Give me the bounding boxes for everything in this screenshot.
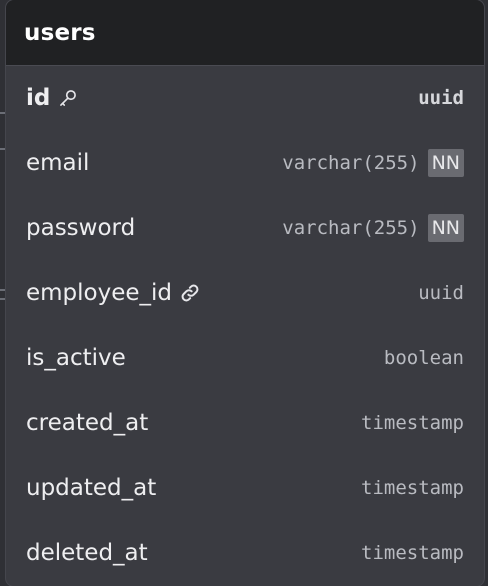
column-row-is-active[interactable]: is_active boolean — [6, 325, 484, 390]
column-name: created_at — [26, 409, 149, 436]
column-row-updated-at[interactable]: updated_at timestamp — [6, 455, 484, 520]
column-row-id[interactable]: id uuid — [6, 66, 484, 130]
column-left: updated_at — [26, 475, 156, 501]
column-row-created-at[interactable]: created_at timestamp — [6, 390, 484, 455]
column-type: varchar(255) — [282, 216, 420, 239]
column-right: timestamp — [361, 477, 464, 499]
column-type: timestamp — [361, 411, 464, 434]
column-left: created_at — [26, 410, 148, 436]
column-left: is_active — [26, 345, 126, 371]
column-type: varchar(255) — [282, 151, 420, 174]
column-row-email[interactable]: email varchar(255) NN — [6, 130, 484, 195]
column-right: varchar(255) NN — [282, 213, 464, 242]
column-right: uuid — [418, 87, 464, 109]
column-type: timestamp — [361, 541, 464, 564]
table-title: users — [24, 19, 96, 46]
column-left: employee_id — [26, 280, 200, 306]
table-node-users[interactable]: users id uuid email varchar(255) NN pass… — [6, 0, 484, 586]
column-name: password — [26, 214, 136, 241]
column-right: timestamp — [361, 542, 464, 564]
column-left: deleted_at — [26, 540, 148, 566]
column-left: password — [26, 215, 135, 241]
column-left: email — [26, 150, 89, 176]
column-name: id — [26, 85, 51, 111]
column-name: employee_id — [26, 279, 173, 306]
key-icon — [58, 88, 78, 108]
column-name: is_active — [26, 344, 126, 371]
column-name: deleted_at — [26, 539, 148, 566]
column-right: varchar(255) NN — [282, 148, 464, 177]
column-type: uuid — [418, 281, 464, 304]
column-name: email — [26, 149, 90, 176]
column-right: uuid — [418, 282, 464, 304]
column-left: id — [26, 85, 78, 111]
table-header[interactable]: users — [6, 0, 484, 66]
column-right: boolean — [384, 347, 464, 369]
column-row-employee-id[interactable]: employee_id uuid — [6, 260, 484, 325]
not-null-badge: NN — [427, 213, 464, 242]
column-row-password[interactable]: password varchar(255) NN — [6, 195, 484, 260]
column-list: id uuid email varchar(255) NN password v… — [6, 66, 484, 585]
column-right: timestamp — [361, 412, 464, 434]
not-null-badge: NN — [427, 148, 464, 177]
column-type: uuid — [418, 87, 464, 109]
column-name: updated_at — [26, 474, 157, 501]
diagram-canvas[interactable]: users id uuid email varchar(255) NN pass… — [0, 0, 488, 586]
link-icon — [180, 283, 200, 303]
column-type: timestamp — [361, 476, 464, 499]
column-type: boolean — [383, 346, 464, 369]
column-row-deleted-at[interactable]: deleted_at timestamp — [6, 520, 484, 585]
